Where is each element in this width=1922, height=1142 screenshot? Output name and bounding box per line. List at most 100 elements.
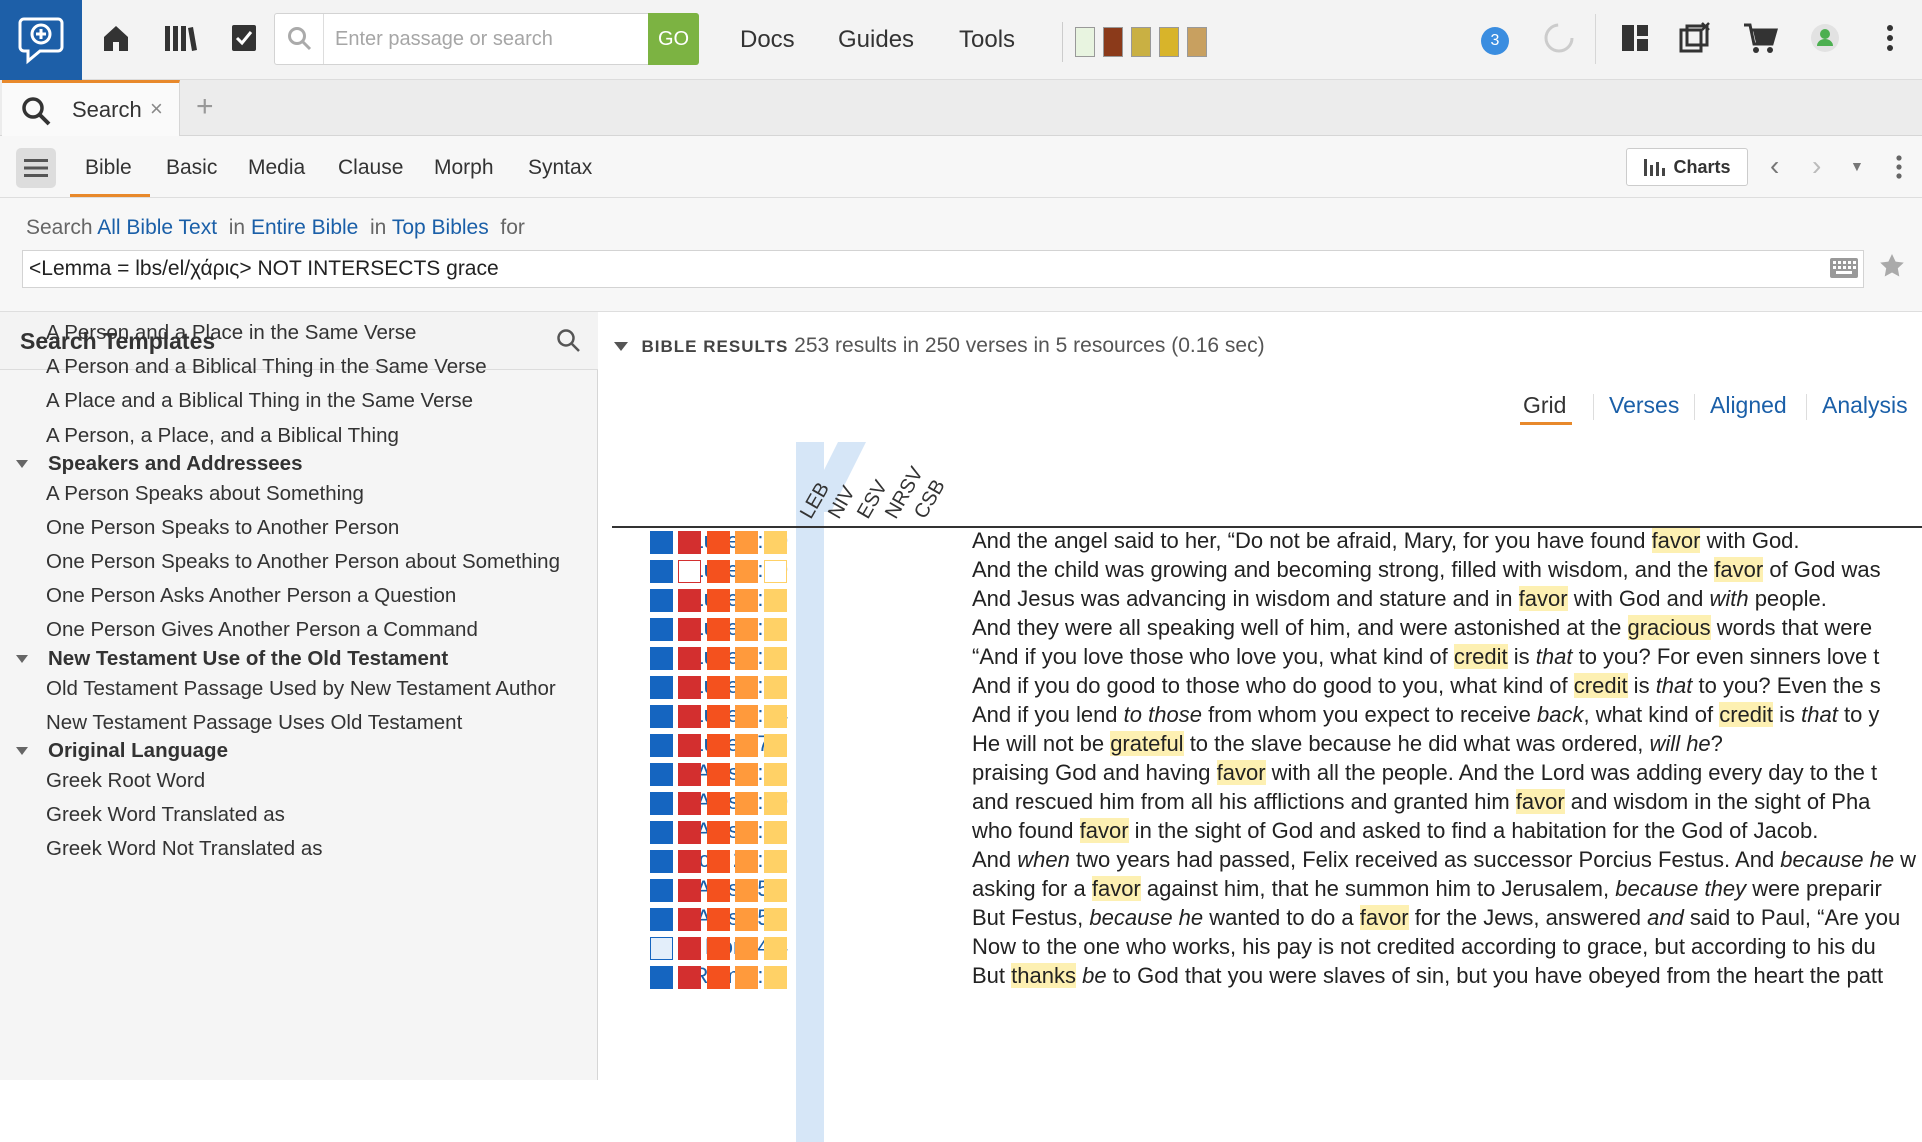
template-group[interactable]: New Testament Use of the Old Testament <box>48 647 448 671</box>
scope-collection-link[interactable]: Top Bibles <box>392 216 489 239</box>
hit-cell[interactable] <box>650 618 673 641</box>
hit-cell[interactable] <box>764 705 787 728</box>
hit-cell[interactable] <box>735 966 758 989</box>
sync-icon[interactable] <box>1539 18 1579 58</box>
verse-text[interactable]: And when two years had passed, Felix rec… <box>972 847 1916 873</box>
verse-text[interactable]: But Festus, because he wanted to do a fa… <box>972 905 1900 931</box>
verse-text[interactable]: praising God and having favor with all t… <box>972 760 1877 786</box>
home-icon[interactable] <box>96 18 136 58</box>
hit-cell[interactable] <box>764 850 787 873</box>
forward-arrow-icon[interactable]: › <box>1812 150 1821 182</box>
history-dropdown-icon[interactable]: ▼ <box>1850 158 1864 174</box>
hit-cell[interactable] <box>707 850 730 873</box>
hit-cell[interactable] <box>678 937 701 960</box>
template-item[interactable]: A Person Speaks about Something <box>46 482 364 506</box>
hit-cell[interactable] <box>735 734 758 757</box>
hit-cell[interactable] <box>735 792 758 815</box>
hit-cell[interactable] <box>678 821 701 844</box>
hit-cell[interactable] <box>650 966 673 989</box>
resource-thumbnail[interactable] <box>1075 27 1095 57</box>
hit-cell[interactable] <box>707 908 730 931</box>
account-icon[interactable] <box>1805 18 1845 58</box>
hit-cell[interactable] <box>764 763 787 786</box>
notification-badge[interactable]: 3 <box>1481 27 1509 55</box>
hit-cell[interactable] <box>650 705 673 728</box>
verse-text[interactable]: But thanks be to God that you were slave… <box>972 963 1883 989</box>
resource-thumbnail[interactable] <box>1131 27 1151 57</box>
hit-cell[interactable] <box>735 560 758 583</box>
hit-cell[interactable] <box>678 763 701 786</box>
hit-cell[interactable] <box>678 879 701 902</box>
no-hit-cell[interactable] <box>764 560 787 583</box>
hit-cell[interactable] <box>678 676 701 699</box>
query-input[interactable]: <Lemma = lbs/el/χάρις> NOT INTERSECTS gr… <box>22 250 1864 288</box>
hit-cell[interactable] <box>650 763 673 786</box>
hit-cell[interactable] <box>678 908 701 931</box>
hit-cell[interactable] <box>678 647 701 670</box>
hit-cell[interactable] <box>764 821 787 844</box>
hit-cell[interactable] <box>650 589 673 612</box>
hit-cell[interactable] <box>735 705 758 728</box>
verse-text[interactable]: And the child was growing and becoming s… <box>972 557 1881 583</box>
hit-cell[interactable] <box>650 676 673 699</box>
resource-thumbnail[interactable] <box>1187 27 1207 57</box>
hit-cell[interactable] <box>650 531 673 554</box>
go-button[interactable]: GO <box>648 13 699 65</box>
tab-basic[interactable]: Basic <box>166 156 217 180</box>
hit-cell[interactable] <box>735 676 758 699</box>
verse-text[interactable]: And if you do good to those who do good … <box>972 673 1881 699</box>
logos-home-logo[interactable] <box>0 0 82 80</box>
hit-cell[interactable] <box>764 647 787 670</box>
verse-text[interactable]: Now to the one who works, his pay is not… <box>972 934 1876 960</box>
passage-search-input[interactable] <box>335 14 615 64</box>
tab-bible[interactable]: Bible <box>85 156 132 180</box>
hit-cell[interactable] <box>707 676 730 699</box>
group-expand-icon[interactable] <box>16 655 28 663</box>
hit-cell[interactable] <box>764 966 787 989</box>
template-item[interactable]: Old Testament Passage Used by New Testam… <box>46 677 556 701</box>
hit-cell[interactable] <box>650 647 673 670</box>
charts-button[interactable]: Charts <box>1626 148 1748 186</box>
hit-cell[interactable] <box>707 792 730 815</box>
hit-cell[interactable] <box>735 821 758 844</box>
template-item[interactable]: One Person Speaks to Another Person <box>46 516 399 540</box>
hit-cell[interactable] <box>707 531 730 554</box>
template-item[interactable]: A Place and a Biblical Thing in the Same… <box>46 389 473 413</box>
hit-cell[interactable] <box>735 937 758 960</box>
hit-cell[interactable] <box>764 937 787 960</box>
hit-cell[interactable] <box>678 792 701 815</box>
template-item[interactable]: One Person Speaks to Another Person abou… <box>46 550 560 574</box>
hit-cell[interactable] <box>650 792 673 815</box>
verse-text[interactable]: And the angel said to her, “Do not be af… <box>972 528 1800 554</box>
verse-text[interactable]: who found favor in the sight of God and … <box>972 818 1818 844</box>
tab-morph[interactable]: Morph <box>434 156 494 180</box>
verse-text[interactable]: “And if you love those who love you, wha… <box>972 644 1879 670</box>
template-item[interactable]: Greek Word Translated as <box>46 803 285 827</box>
template-item[interactable]: One Person Asks Another Person a Questio… <box>46 584 456 608</box>
group-expand-icon[interactable] <box>16 460 28 468</box>
hit-cell[interactable] <box>707 966 730 989</box>
hit-cell[interactable] <box>735 647 758 670</box>
resource-thumbnail[interactable] <box>1159 27 1179 57</box>
hit-cell[interactable] <box>707 734 730 757</box>
hit-cell[interactable] <box>764 589 787 612</box>
template-item[interactable]: Greek Root Word <box>46 769 205 793</box>
menu-guides[interactable]: Guides <box>838 26 914 54</box>
star-icon[interactable] <box>1878 252 1906 285</box>
hit-cell[interactable] <box>735 763 758 786</box>
scope-range-link[interactable]: Entire Bible <box>251 216 358 239</box>
hamburger-menu-icon[interactable] <box>16 148 56 188</box>
hit-cell[interactable] <box>764 792 787 815</box>
more-options-icon[interactable] <box>1870 18 1910 58</box>
template-item[interactable]: A Person and a Place in the Same Verse <box>46 321 416 345</box>
verse-text[interactable]: and rescued him from all his afflictions… <box>972 789 1870 815</box>
resource-thumbnail[interactable] <box>1103 27 1123 57</box>
search-icon[interactable] <box>556 328 582 359</box>
query-text[interactable]: <Lemma = lbs/el/χάρις> NOT INTERSECTS gr… <box>29 257 499 281</box>
menu-docs[interactable]: Docs <box>740 26 795 54</box>
close-panels-icon[interactable] <box>1675 18 1715 58</box>
library-icon[interactable] <box>160 18 200 58</box>
hit-cell[interactable] <box>650 734 673 757</box>
tab-syntax[interactable]: Syntax <box>528 156 592 180</box>
hit-cell[interactable] <box>764 676 787 699</box>
